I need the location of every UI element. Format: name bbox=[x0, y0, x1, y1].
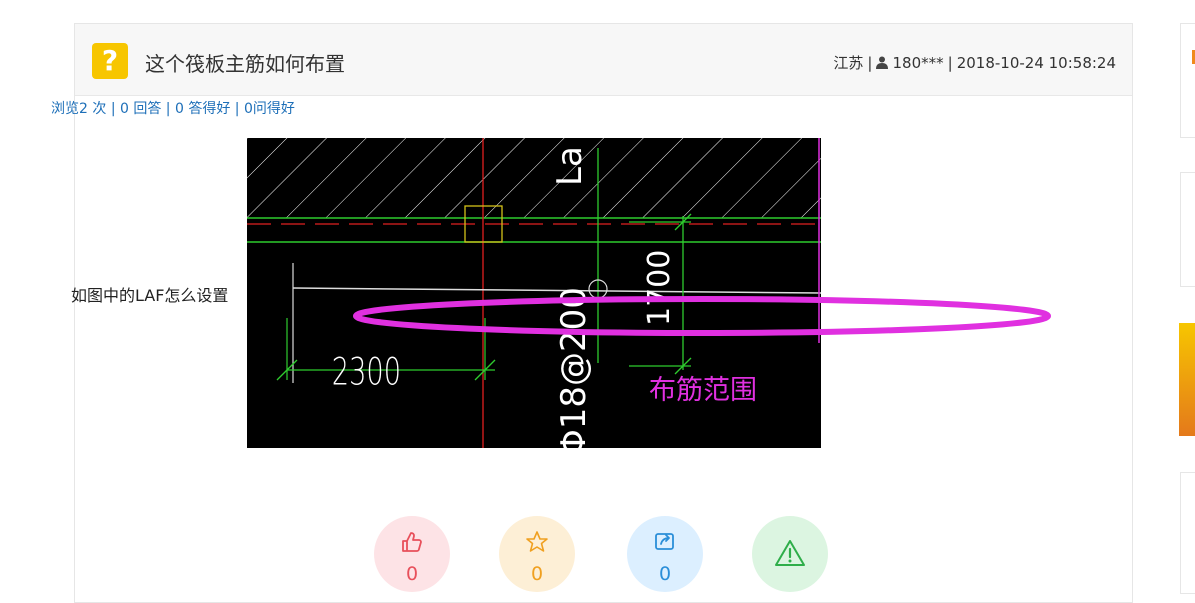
question-body-text: 如图中的LAF怎么设置 bbox=[71, 286, 229, 305]
like-button[interactable]: 0 bbox=[374, 516, 450, 592]
stats-separator: | bbox=[165, 101, 171, 117]
user-name[interactable]: 180*** bbox=[892, 54, 943, 72]
right-sidebar-panel-2 bbox=[1180, 172, 1195, 287]
favorite-button[interactable]: 0 bbox=[499, 516, 575, 592]
user-icon bbox=[876, 56, 889, 69]
like-count: 0 bbox=[405, 563, 419, 585]
question-stats: 浏览2 次 | 0 回答 | 0 答得好 | 0问得好 bbox=[51, 98, 295, 118]
cad-drawing-image[interactable]: 2300 Φ18@200 1700 La 布筋范围 bbox=[247, 138, 821, 448]
stats-separator: | bbox=[110, 101, 116, 117]
cad-drawing: 2300 Φ18@200 1700 La 布筋范围 bbox=[247, 138, 821, 448]
good-question-count[interactable]: 0问得好 bbox=[244, 101, 295, 117]
warning-icon bbox=[775, 540, 805, 566]
hatch-area bbox=[247, 138, 821, 218]
answers-count[interactable]: 0 回答 bbox=[120, 101, 161, 117]
meta-separator: | bbox=[947, 53, 953, 72]
report-button[interactable] bbox=[752, 516, 828, 592]
share-count: 0 bbox=[658, 563, 672, 585]
rebar-spec-label: Φ18@200 bbox=[554, 287, 594, 448]
location-text: 江苏 bbox=[833, 54, 864, 72]
share-icon bbox=[655, 533, 674, 550]
thumbs-up-icon bbox=[402, 532, 422, 552]
share-button[interactable]: 0 bbox=[627, 516, 703, 592]
right-banner-image[interactable] bbox=[1179, 323, 1195, 436]
dim-left-label: 2300 bbox=[332, 350, 401, 393]
question-title: 这个筏板主筋如何布置 bbox=[145, 52, 345, 76]
top-label: La bbox=[550, 146, 590, 186]
stats-separator: | bbox=[234, 101, 240, 117]
annotation-label: 布筋范围 bbox=[649, 375, 757, 406]
right-sidebar-panel bbox=[1180, 23, 1195, 138]
question-icon: ? bbox=[92, 43, 128, 79]
post-datetime: 2018-10-24 10:58:24 bbox=[956, 53, 1116, 72]
action-bar: 0 0 0 bbox=[300, 493, 828, 592]
meta-separator: | bbox=[867, 53, 873, 72]
question-header: ? 这个筏板主筋如何布置 江苏 | 180*** | 2018-10-24 10… bbox=[75, 24, 1132, 96]
dim-right-label: 1700 bbox=[642, 250, 677, 326]
right-sidebar-panel-3 bbox=[1180, 472, 1195, 594]
good-answers-count[interactable]: 0 答得好 bbox=[175, 101, 230, 117]
views-count[interactable]: 浏览2 次 bbox=[51, 101, 106, 117]
favorite-count: 0 bbox=[530, 563, 544, 585]
star-icon bbox=[526, 531, 548, 552]
question-meta: 江苏 | 180*** | 2018-10-24 10:58:24 bbox=[833, 52, 1116, 73]
